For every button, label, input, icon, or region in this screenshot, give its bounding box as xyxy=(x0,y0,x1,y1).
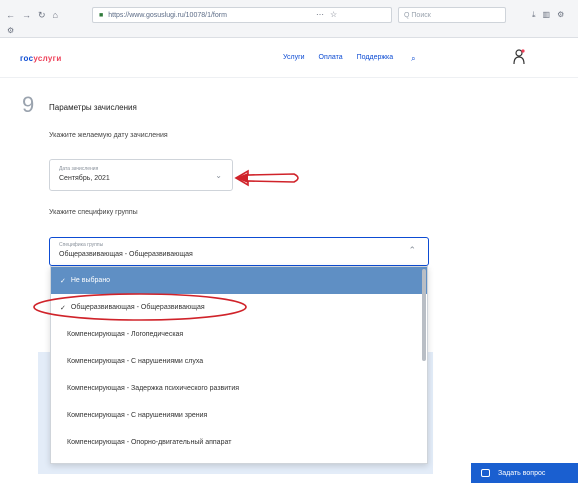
nav-payment[interactable]: Оплата xyxy=(319,54,343,64)
home-icon[interactable]: ⌂ xyxy=(53,10,58,21)
dropdown-option[interactable]: Компенсирующая - С нарушениями зрения xyxy=(51,402,427,429)
date-select[interactable]: Дата зачисления Сентябрь, 2021 ⌄ xyxy=(49,159,233,191)
menu-dots-icon[interactable]: ⋯ xyxy=(316,10,324,19)
lock-icon: ■ xyxy=(99,11,104,19)
step-title: Параметры зачисления xyxy=(49,103,137,112)
browser-search-placeholder: Q Поиск xyxy=(404,11,431,19)
dropdown-option[interactable]: Компенсирующая - С нарушениями слуха xyxy=(51,348,427,375)
gear-icon[interactable]: ⚙ xyxy=(7,26,14,35)
group-float-label: Специфика группы xyxy=(59,242,104,248)
group-field-label: Укажите специфику группы xyxy=(49,209,138,216)
dropdown-scrollbar[interactable] xyxy=(422,269,426,361)
annotation-arrow xyxy=(234,169,299,187)
nav-services[interactable]: Услуги xyxy=(283,54,305,64)
library-icon[interactable]: ▥ xyxy=(543,10,551,20)
browser-right-icons: ⤓ ▥ ⚙ xyxy=(532,10,564,20)
group-value: Общеразвивающая - Общеразвивающая xyxy=(59,251,193,258)
date-float-label: Дата зачисления xyxy=(59,166,99,172)
settings-icon[interactable]: ⚙ xyxy=(557,10,564,20)
bookmark-icon[interactable]: ☆ xyxy=(330,10,337,19)
date-value: Сентябрь, 2021 xyxy=(59,175,110,182)
step-number: 9 xyxy=(22,92,35,117)
user-icon[interactable] xyxy=(513,49,525,65)
annotation-ellipse xyxy=(33,293,247,321)
check-icon: ✓ xyxy=(60,277,66,285)
chevron-up-icon: ⌃ xyxy=(408,245,416,255)
dropdown-option[interactable]: Компенсирующая - Задержка психического р… xyxy=(51,375,427,402)
browser-search-input[interactable]: Q Поиск xyxy=(398,7,506,23)
ask-question-button[interactable]: Задать вопрос xyxy=(471,463,578,483)
site-header: госуслуги Услуги Оплата Поддержка ⌕ xyxy=(0,38,578,78)
nav-support[interactable]: Поддержка xyxy=(357,54,394,64)
search-icon[interactable]: ⌕ xyxy=(411,54,415,64)
forward-icon[interactable]: → xyxy=(22,10,31,21)
address-bar[interactable]: ■ https://www.gosuslugi.ru/10078/1/form xyxy=(92,7,392,23)
top-navigation: Услуги Оплата Поддержка ⌕ xyxy=(283,54,416,64)
dropdown-option[interactable]: ✓ Не выбрано xyxy=(51,267,427,294)
dropdown-option[interactable]: Компенсирующая - Опорно-двигательный апп… xyxy=(51,429,427,456)
back-icon[interactable]: ← xyxy=(6,10,15,21)
date-field-label: Укажите желаемую дату зачисления xyxy=(49,132,168,139)
browser-nav-buttons: ← → ↻ ⌂ xyxy=(6,10,58,21)
download-icon[interactable]: ⤓ xyxy=(532,10,536,20)
dropdown-option[interactable]: Компенсирующая - Логопедическая xyxy=(51,321,427,348)
chat-icon xyxy=(481,469,490,477)
url-text: https://www.gosuslugi.ru/10078/1/form xyxy=(108,11,227,19)
chevron-down-icon: ⌄ xyxy=(215,171,222,180)
reload-icon[interactable]: ↻ xyxy=(38,10,46,21)
group-select[interactable]: Специфика группы Общеразвивающая - Общер… xyxy=(49,237,429,266)
address-bar-actions: ⋯ ☆ xyxy=(316,10,337,19)
gosuslugi-logo[interactable]: госуслуги xyxy=(20,54,62,63)
ask-question-label: Задать вопрос xyxy=(498,469,546,477)
browser-toolbar: ← → ↻ ⌂ ■ https://www.gosuslugi.ru/10078… xyxy=(0,0,578,38)
